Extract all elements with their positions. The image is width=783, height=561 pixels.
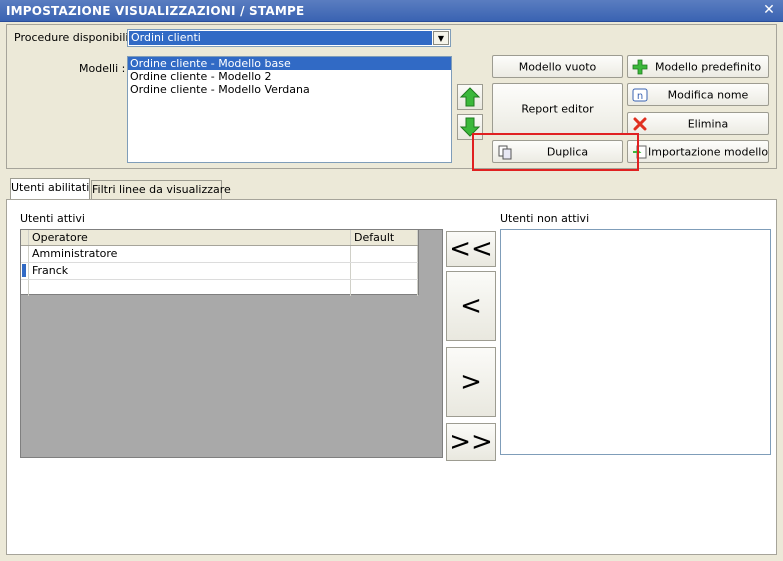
svg-text:n: n (637, 91, 643, 102)
highlight-box (472, 133, 639, 171)
importazione-modello-label: Importazione modello (648, 145, 769, 158)
operator-cell: Amministratore (29, 246, 351, 262)
models-label: Modelli : (79, 62, 126, 75)
move-right-label: > (460, 367, 482, 397)
modello-predefinito-label: Modello predefinito (654, 60, 762, 73)
table-row[interactable]: Franck (21, 263, 418, 280)
procedures-combobox[interactable]: Ordini clienti ▼ (127, 29, 451, 47)
move-all-left-label: << (449, 234, 493, 264)
move-all-right-button[interactable]: >> (446, 423, 496, 461)
active-users-label: Utenti attivi (20, 212, 85, 225)
move-right-button[interactable]: > (446, 347, 496, 417)
report-editor-button[interactable]: Report editor (492, 83, 623, 134)
window-title: IMPOSTAZIONE VISUALIZZAZIONI / STAMPE (6, 4, 305, 18)
default-cell[interactable] (351, 246, 418, 262)
row-indicator-header (21, 230, 29, 245)
tab-utenti-abilitati[interactable]: Utenti abilitati (10, 178, 90, 200)
green-plus-icon (632, 59, 648, 75)
move-left-button[interactable]: < (446, 271, 496, 341)
model-item[interactable]: Ordine cliente - Modello Verdana (128, 83, 451, 96)
row-indicator (21, 246, 29, 262)
elimina-button[interactable]: Elimina (627, 112, 769, 135)
column-header-default[interactable]: Default (351, 230, 418, 245)
active-users-table: Operatore Default Amministratore Franck (21, 230, 419, 296)
modello-predefinito-button[interactable]: Modello predefinito (627, 55, 769, 78)
table-row-empty (21, 280, 418, 296)
inactive-users-list[interactable] (500, 229, 771, 455)
move-all-left-button[interactable]: << (446, 231, 496, 267)
active-users-grid[interactable]: Operatore Default Amministratore Franck (20, 229, 443, 458)
close-icon[interactable]: ✕ (761, 2, 777, 18)
inactive-users-label: Utenti non attivi (500, 212, 590, 225)
modello-vuoto-label: Modello vuoto (518, 60, 597, 73)
move-up-button[interactable] (457, 84, 483, 110)
move-all-right-label: >> (449, 427, 493, 457)
rename-icon: n (632, 88, 648, 102)
title-bar: IMPOSTAZIONE VISUALIZZAZIONI / STAMPE ✕ (0, 0, 783, 22)
procedures-label: Procedure disponibili : (14, 31, 136, 44)
column-header-operatore[interactable]: Operatore (29, 230, 351, 245)
tab-filtri-linee[interactable]: Filtri linee da visualizzare (91, 180, 231, 199)
elimina-label: Elimina (687, 117, 729, 130)
report-editor-label: Report editor (521, 102, 594, 115)
chevron-down-icon[interactable]: ▼ (433, 31, 449, 45)
importazione-modello-button[interactable]: Importazione modello (627, 140, 769, 163)
default-cell[interactable] (351, 263, 418, 279)
green-up-arrow-icon (459, 87, 481, 107)
move-left-label: < (460, 291, 482, 321)
operator-cell: Franck (29, 263, 351, 279)
table-header: Operatore Default (21, 230, 418, 246)
models-listbox[interactable]: Ordine cliente - Modello base Ordine cli… (127, 56, 452, 163)
modifica-nome-button[interactable]: n Modifica nome (627, 83, 769, 106)
red-x-icon (633, 117, 647, 131)
modifica-nome-label: Modifica nome (667, 88, 749, 101)
model-item[interactable]: Ordine cliente - Modello 2 (128, 70, 451, 83)
row-indicator (21, 263, 29, 279)
modello-vuoto-button[interactable]: Modello vuoto (492, 55, 623, 78)
model-item[interactable]: Ordine cliente - Modello base (128, 57, 451, 70)
procedures-selected-value: Ordini clienti (129, 31, 432, 45)
table-row[interactable]: Amministratore (21, 246, 418, 263)
